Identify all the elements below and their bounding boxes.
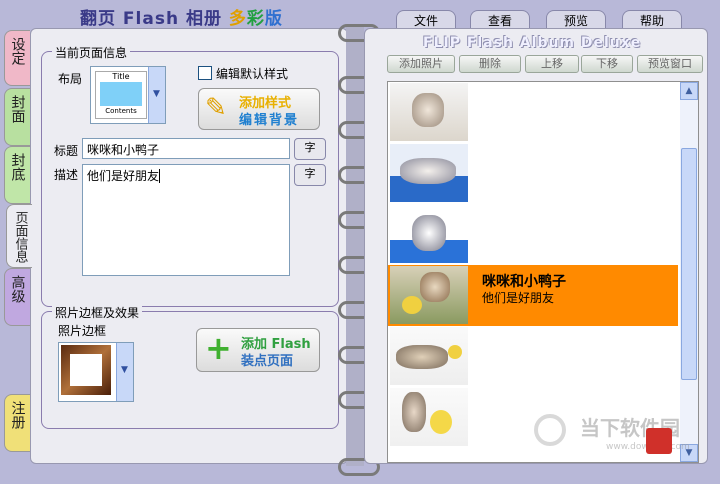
app-title-char-1: 多 <box>228 9 247 29</box>
add-photo-button[interactable]: 添加照片 <box>387 55 455 73</box>
chevron-down-icon: ▼ <box>153 89 160 99</box>
title-font-button[interactable]: 字 <box>294 138 326 160</box>
side-tab-page-info[interactable]: 页面信息 <box>6 204 32 268</box>
text-cursor <box>159 169 161 183</box>
side-tab-register-label: 注册 <box>9 401 26 429</box>
title-label: 标题 <box>54 144 79 158</box>
scroll-thumb[interactable] <box>681 148 697 380</box>
layout-preview-contents: Contents <box>105 107 137 115</box>
photo-thumbnail <box>390 327 468 385</box>
desc-textarea[interactable]: 他们是好朋友 <box>82 164 290 276</box>
list-item[interactable] <box>388 204 678 265</box>
photo-thumbnail <box>390 144 468 202</box>
side-tab-cover[interactable]: 封面 <box>4 88 30 146</box>
side-tab-advanced[interactable]: 高级 <box>4 268 30 326</box>
list-item-title: 咪咪和小鸭子 <box>482 274 566 290</box>
frame-legend: 照片边框及效果 <box>52 304 143 321</box>
add-flash-button[interactable]: + 添加 Flash 装点页面 <box>196 328 320 372</box>
add-flash-line2: 装点页面 <box>241 354 294 369</box>
frame-preview <box>61 345 111 395</box>
chevron-up-icon: ▲ <box>685 86 693 96</box>
seal-stamp-icon <box>646 428 672 454</box>
photo-thumbnail <box>390 388 468 446</box>
frame-preview-inner <box>70 354 102 386</box>
scroll-up-arrow[interactable]: ▲ <box>680 82 698 100</box>
desc-font-button[interactable]: 字 <box>294 164 326 186</box>
list-item-selected[interactable]: 咪咪和小鸭子 他们是好朋友 <box>388 265 678 326</box>
page-info-group: 当前页面信息 布局 Title Contents ▼ 编辑默认样式 ✎ 添加样式… <box>41 44 339 307</box>
list-item-desc: 他们是好朋友 <box>482 291 555 305</box>
photo-thumbnail <box>390 205 468 263</box>
list-item[interactable] <box>388 143 678 204</box>
list-item[interactable] <box>388 326 678 387</box>
delete-button[interactable]: 删除 <box>459 55 521 73</box>
right-page: FLIP Flash Album Deluxe 添加照片 删除 上移 下移 预览… <box>364 28 708 464</box>
list-item[interactable] <box>388 82 678 143</box>
list-scrollbar[interactable]: ▲ ▼ <box>680 82 698 462</box>
app-title: 翻页 Flash 相册 多彩版 <box>80 4 283 29</box>
photo-thumbnail <box>390 83 468 141</box>
photo-list[interactable]: 咪咪和小鸭子 他们是好朋友 ▲ ▼ <box>387 81 699 463</box>
desc-text: 他们是好朋友 <box>87 169 160 183</box>
layout-preview: Title Contents <box>95 71 147 119</box>
frame-label: 照片边框 <box>58 324 107 338</box>
left-page: 当前页面信息 布局 Title Contents ▼ 编辑默认样式 ✎ 添加样式… <box>30 28 348 464</box>
layout-preview-image <box>100 82 142 106</box>
add-style-button[interactable]: ✎ 添加样式 编辑背景 <box>198 88 320 130</box>
title-input[interactable]: 咪咪和小鸭子 <box>82 138 290 159</box>
default-style-checkbox[interactable] <box>198 66 212 80</box>
default-style-label: 编辑默认样式 <box>216 67 289 81</box>
brush-icon: ✎ <box>205 93 227 123</box>
side-tab-back-cover-label: 封底 <box>9 153 26 181</box>
watermark: 当下软件园 www.downxia.com <box>534 412 714 458</box>
watermark-logo-icon <box>534 414 566 446</box>
frame-select[interactable]: ▼ <box>58 342 134 402</box>
layout-dropdown-button[interactable]: ▼ <box>148 67 165 123</box>
app-title-char-3: 版 <box>264 9 283 29</box>
app-title-text: 翻页 Flash 相册 <box>80 9 229 29</box>
preview-window-button[interactable]: 预览窗口 <box>637 55 703 73</box>
layout-preview-title: Title <box>112 72 130 81</box>
side-tab-cover-label: 封面 <box>9 95 26 123</box>
side-tab-back-cover[interactable]: 封底 <box>4 146 30 204</box>
page-info-legend: 当前页面信息 <box>52 44 131 61</box>
chevron-down-icon: ▼ <box>121 365 128 375</box>
side-tab-register[interactable]: 注册 <box>4 394 30 452</box>
app-title-char-2: 彩 <box>246 9 265 29</box>
photo-thumbnail <box>390 266 468 324</box>
add-style-line2: 编辑背景 <box>239 113 300 128</box>
frame-group: 照片边框及效果 照片边框 ▼ + 添加 Flash 装点页面 <box>41 304 339 429</box>
side-tab-settings[interactable]: 设定 <box>4 30 30 86</box>
plus-icon: + <box>205 329 232 367</box>
album-title: FLIP Flash Album Deluxe <box>423 35 642 51</box>
side-tab-advanced-label: 高级 <box>9 275 26 303</box>
side-tab-page-info-label: 页面信息 <box>12 211 28 263</box>
move-up-button[interactable]: 上移 <box>525 55 579 73</box>
move-down-button[interactable]: 下移 <box>581 55 633 73</box>
layout-select[interactable]: Title Contents ▼ <box>90 66 166 124</box>
desc-label: 描述 <box>54 168 79 182</box>
side-tab-settings-label: 设定 <box>9 37 26 65</box>
layout-label: 布局 <box>58 72 83 86</box>
frame-dropdown-button[interactable]: ▼ <box>116 343 133 401</box>
